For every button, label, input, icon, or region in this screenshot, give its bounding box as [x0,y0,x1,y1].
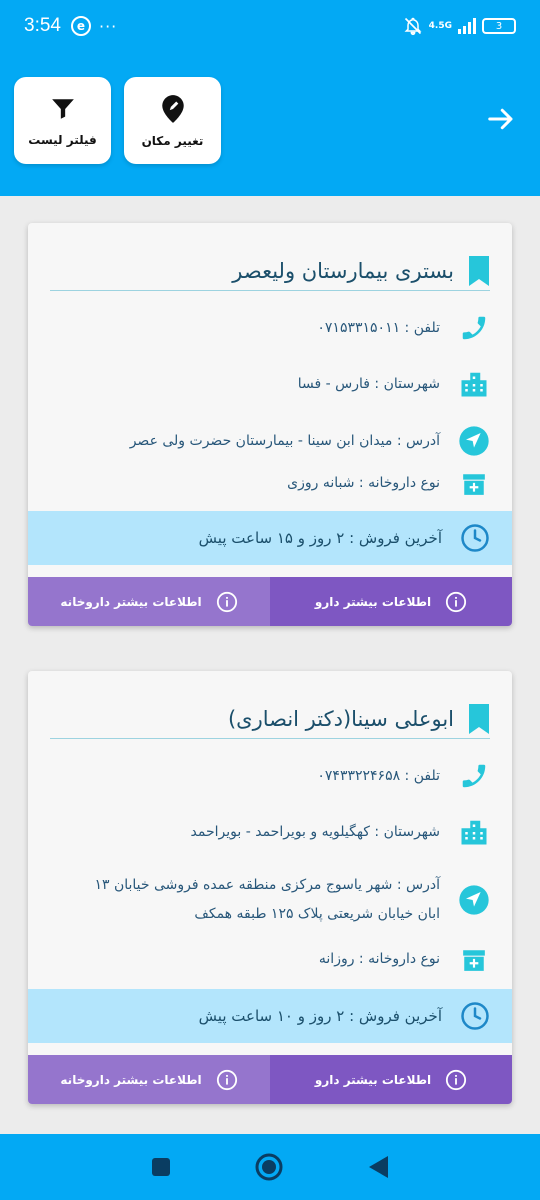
city-row: شهرستان : کهگیلویه و بویراحمد - بویراحمد [50,817,490,847]
filter-icon [51,98,74,119]
pharmacy-type-text: نوع داروخانه : روزانه [318,951,440,967]
type-row: نوع داروخانه : شبانه روزی [50,469,490,498]
status-bar: 3:54 e ··· 4.5G 3 [0,0,540,52]
change-location-button[interactable]: تغییر مکان [124,77,221,164]
card-footer: اطلاعات بیشتر دارو اطلاعات بیشتر داروخان… [28,1055,512,1104]
clock-icon [461,1002,489,1030]
city-row: شهرستان : فارس - فسا [50,369,490,399]
system-nav-bar [0,1134,540,1200]
last-sale-text: آخرین فروش : ۲ روز و ۱۵ ساعت پیش [198,529,442,547]
city-text: شهرستان : کهگیلویه و بویراحمد - بویراحمد [190,823,440,840]
more-drug-info-label: اطلاعات بیشتر دارو [314,594,432,609]
pharmacy-store-icon [463,949,485,971]
pharmacy-type-text: نوع داروخانه : شبانه روزی [287,475,440,491]
more-drug-info-button[interactable]: اطلاعات بیشتر دارو [270,1055,512,1104]
status-time: 3:54 [24,15,61,36]
more-notifications-icon: ··· [98,16,118,36]
info-icon [446,591,467,612]
more-drug-info-button[interactable]: اطلاعات بیشتر دارو [270,577,512,626]
address-row: آدرس : شهر یاسوج مرکزی منطقه عمده فروشی … [50,871,490,929]
info-icon [216,591,237,612]
battery-icon: 3 [482,18,516,34]
address-row: آدرس : میدان ابن سینا - بیمارستان حضرت و… [50,425,490,457]
more-pharmacy-info-button[interactable]: اطلاعات بیشتر داروخانه [28,577,270,626]
navigation-icon [459,426,489,456]
more-drug-info-label: اطلاعات بیشتر دارو [314,1072,432,1087]
back-icon[interactable] [366,1154,390,1180]
last-sale-text: آخرین فروش : ۲ روز و ۱۰ ساعت پیش [198,1007,442,1025]
bookmark-icon [469,255,489,286]
phone-row: تلفن : ۰۷۴۳۳۲۲۴۶۵۸ [50,761,490,791]
card-footer: اطلاعات بیشتر دارو اطلاعات بیشتر داروخان… [28,577,512,626]
phone-row: تلفن : ۰۷۱۵۳۳۱۵۰۱۱ [50,313,490,343]
more-pharmacy-info-label: اطلاعات بیشتر داروخانه [60,594,202,609]
type-row: نوع داروخانه : روزانه [50,945,490,974]
app-notification-icon: e [70,16,91,36]
info-icon [216,1069,237,1090]
pharmacy-store-icon [463,473,485,495]
recent-apps-icon[interactable] [150,1156,172,1178]
header: فیلتر لیست تغییر مکان [0,52,540,196]
phone-text[interactable]: تلفن : ۰۷۱۵۳۳۱۵۰۱۱ [317,314,440,343]
city-building-icon [461,820,487,845]
city-text: شهرستان : فارس - فسا [297,375,440,392]
status-icons: 4.5G 3 [403,16,516,36]
home-icon[interactable] [254,1152,284,1182]
pharmacy-card: ابوعلی سینا(دکتر انصاری) تلفن : ۰۷۴۳۳۲۲۴… [28,671,512,1104]
address-text: آدرس : میدان ابن سینا - بیمارستان حضرت و… [129,432,440,449]
more-pharmacy-info-button[interactable]: اطلاعات بیشتر داروخانه [28,1055,270,1104]
card-title: ابوعلی سینا(دکتر انصاری) [50,699,490,739]
network-type: 4.5G [428,20,452,31]
last-sale-bar: آخرین فروش : ۲ روز و ۱۰ ساعت پیش [28,989,512,1043]
phone-icon [462,764,486,788]
pharmacy-name: ابوعلی سینا(دکتر انصاری) [227,706,454,731]
pharmacy-card: بستری بیمارستان ولیعصر تلفن : ۰۷۱۵۳۳۱۵۰۱… [28,223,512,626]
navigation-icon [459,885,489,915]
card-title: بستری بیمارستان ولیعصر [50,251,490,291]
bookmark-icon [469,703,489,734]
filter-list-label: فیلتر لیست [28,132,97,147]
signal-icon [458,18,476,34]
city-building-icon [461,372,487,397]
filter-list-button[interactable]: فیلتر لیست [14,77,111,164]
clock-icon [461,524,489,552]
change-location-label: تغییر مکان [141,133,204,148]
address-text: آدرس : شهر یاسوج مرکزی منطقه عمده فروشی … [94,877,440,922]
back-arrow-icon[interactable] [486,104,516,134]
info-icon [446,1069,467,1090]
pharmacy-name: بستری بیمارستان ولیعصر [232,258,454,283]
location-pin-icon [161,94,184,123]
phone-icon [462,316,486,340]
more-pharmacy-info-label: اطلاعات بیشتر داروخانه [60,1072,202,1087]
last-sale-bar: آخرین فروش : ۲ روز و ۱۵ ساعت پیش [28,511,512,565]
muted-bell-icon [404,17,422,36]
phone-text[interactable]: تلفن : ۰۷۴۳۳۲۲۴۶۵۸ [317,762,440,791]
